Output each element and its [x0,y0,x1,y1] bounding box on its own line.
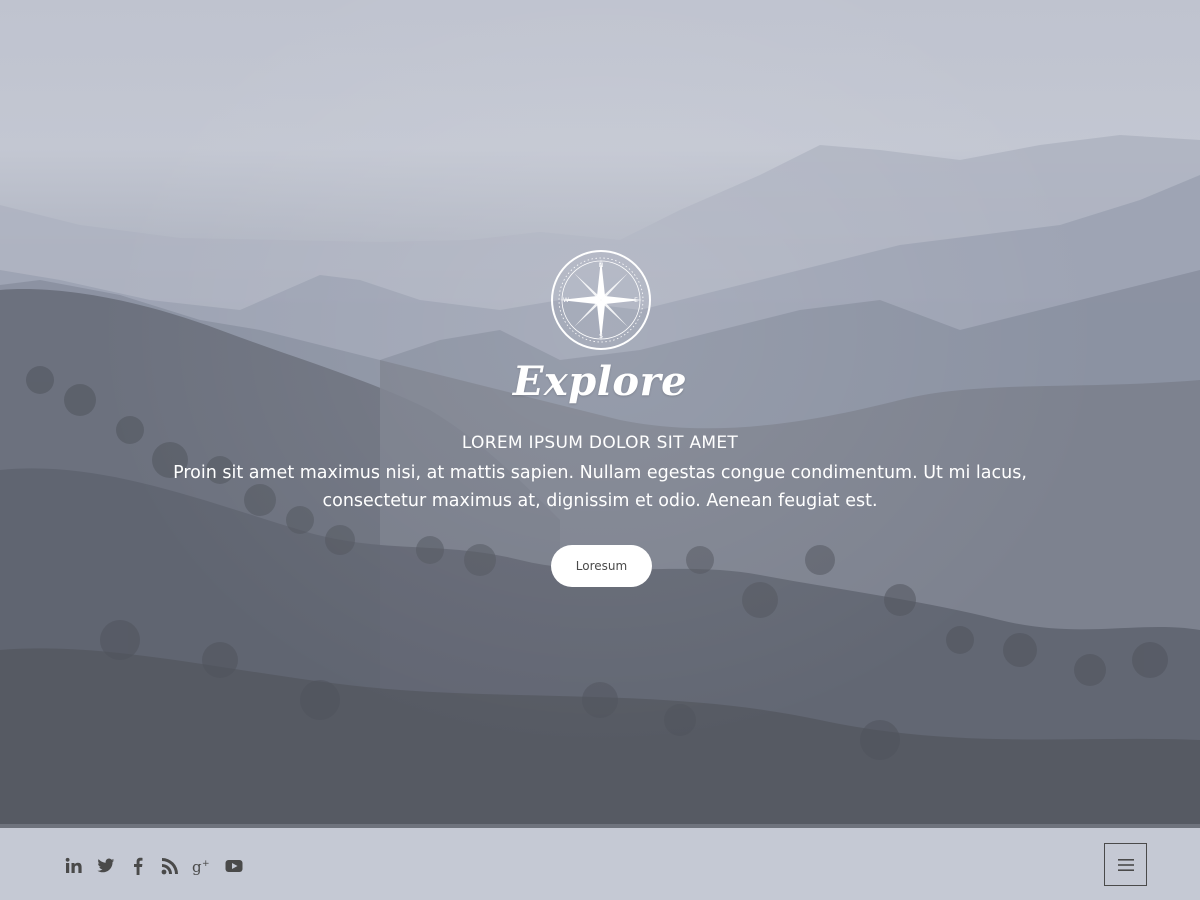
compass-logo-icon: N E S W [551,250,651,350]
hamburger-icon [1117,858,1134,871]
cta-button[interactable]: Loresum [551,545,652,587]
compass-label-w: W [563,297,569,304]
hero-overlay [0,0,1200,826]
svg-text:+: + [202,859,210,869]
hero-section [0,0,1200,826]
hero-description: Proin sit amet maximus nisi, at mattis s… [173,463,1027,511]
social-links: g + [64,856,244,876]
compass-label-n: N [599,262,604,269]
linkedin-icon[interactable] [64,856,84,876]
google-plus-icon[interactable]: g + [192,856,212,876]
youtube-icon[interactable] [224,856,244,876]
hero-headline: LOREM IPSUM DOLOR SIT AMET [461,433,739,453]
twitter-icon[interactable] [96,856,116,876]
menu-button[interactable] [1104,843,1147,886]
rss-icon[interactable] [160,856,180,876]
compass-label-s: S [599,333,603,340]
facebook-icon[interactable] [128,856,148,876]
brand-wordmark: Explore [512,358,688,405]
compass-label-e: E [634,297,638,304]
svg-text:g: g [192,858,202,875]
